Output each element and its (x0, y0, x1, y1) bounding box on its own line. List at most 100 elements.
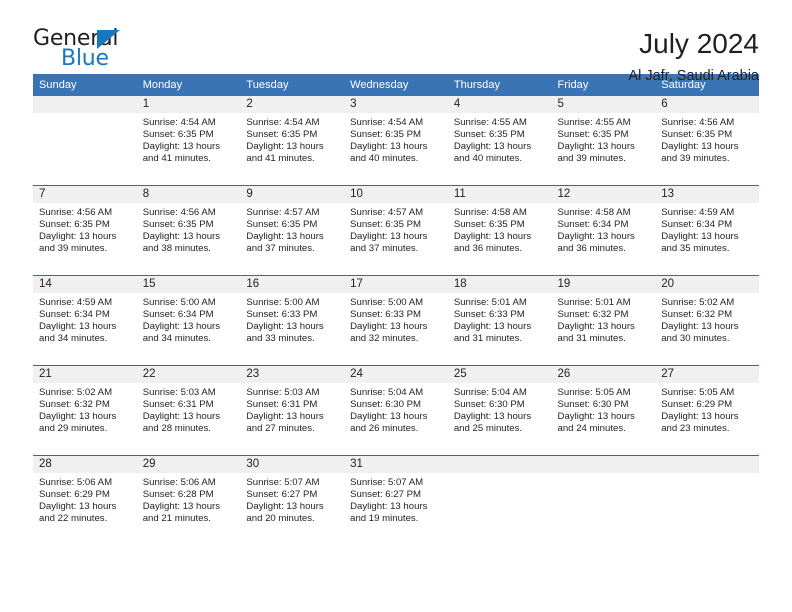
daylight-text: Daylight: 13 hours and 40 minutes. (453, 141, 532, 165)
weekday-header-thursday: Thursday (447, 74, 552, 96)
day-cell-inner: 3 Sunrise: 4:54 AM Sunset: 6:35 PM Daylight… (344, 96, 448, 185)
day-cell-details: Sunrise: 4:59 AM Sunset: 6:34 PM Daylight:… (655, 203, 759, 255)
day-cell-inner (447, 456, 552, 545)
calendar-day-cell-empty (33, 96, 137, 186)
sunrise-text: Sunrise: 5:05 AM (557, 387, 631, 398)
calendar-day-cell[interactable]: 13 Sunrise: 4:59 AM Sunset: 6:34 PM Dayligh… (655, 185, 759, 276)
day-number: 15 (136, 276, 241, 293)
day-number: 31 (344, 456, 448, 473)
daylight-text: Daylight: 13 hours and 34 minutes. (142, 321, 221, 345)
calendar-day-cell[interactable]: 1 Sunrise: 4:54 AM Sunset: 6:35 PM Daylight… (136, 96, 241, 186)
day-number (33, 96, 137, 113)
day-cell-details: Sunrise: 4:54 AM Sunset: 6:35 PM Daylight:… (240, 113, 344, 165)
calendar-day-cell[interactable]: 5 Sunrise: 4:55 AM Sunset: 6:35 PM Daylight… (551, 96, 656, 186)
calendar-day-cell[interactable]: 19 Sunrise: 5:01 AM Sunset: 6:32 PM Dayligh… (551, 275, 656, 366)
sunset-text: Sunset: 6:34 PM (142, 309, 214, 321)
calendar-day-cell[interactable]: 24 Sunrise: 5:04 AM Sunset: 6:30 PM Dayligh… (344, 365, 448, 456)
day-number: 19 (551, 276, 656, 293)
day-cell-inner: 11 Sunrise: 4:58 AM Sunset: 6:35 PM Dayligh… (447, 186, 552, 275)
calendar-day-cell[interactable]: 2 Sunrise: 4:54 AM Sunset: 6:35 PM Daylight… (240, 96, 345, 186)
day-cell-details: Sunrise: 5:01 AM Sunset: 6:32 PM Daylight:… (552, 293, 656, 345)
calendar-day-cell[interactable]: 4 Sunrise: 4:55 AM Sunset: 6:35 PM Daylight… (447, 96, 552, 186)
sunrise-text: Sunrise: 4:54 AM (142, 117, 216, 128)
sunset-text: Sunset: 6:35 PM (142, 129, 214, 141)
day-cell-details: Sunrise: 5:01 AM Sunset: 6:33 PM Daylight:… (448, 293, 552, 345)
day-number: 28 (33, 456, 137, 473)
sunset-text: Sunset: 6:34 PM (661, 219, 733, 231)
day-number (655, 456, 759, 473)
day-cell-details: Sunrise: 5:07 AM Sunset: 6:27 PM Daylight:… (240, 473, 344, 525)
day-cell-inner: 19 Sunrise: 5:01 AM Sunset: 6:32 PM Dayligh… (551, 276, 656, 365)
day-cell-inner (33, 96, 137, 185)
general-blue-logo[interactable]: General Blue (33, 27, 143, 73)
day-cell-inner: 17 Sunrise: 5:00 AM Sunset: 6:33 PM Dayligh… (344, 276, 448, 365)
calendar-day-cell[interactable]: 31 Sunrise: 5:07 AM Sunset: 6:27 PM Dayligh… (344, 455, 448, 545)
day-number: 16 (240, 276, 345, 293)
calendar-day-cell[interactable]: 15 Sunrise: 5:00 AM Sunset: 6:34 PM Dayligh… (136, 275, 241, 366)
day-cell-inner: 29 Sunrise: 5:06 AM Sunset: 6:28 PM Dayligh… (136, 456, 241, 545)
day-cell-inner: 18 Sunrise: 5:01 AM Sunset: 6:33 PM Dayligh… (447, 276, 552, 365)
daylight-text: Daylight: 13 hours and 37 minutes. (350, 231, 428, 255)
sunset-text: Sunset: 6:32 PM (557, 309, 629, 321)
calendar-day-cell[interactable]: 14 Sunrise: 4:59 AM Sunset: 6:34 PM Dayligh… (33, 275, 137, 366)
calendar-day-cell[interactable]: 28 Sunrise: 5:06 AM Sunset: 6:29 PM Dayligh… (33, 455, 137, 545)
sunset-text: Sunset: 6:32 PM (661, 309, 733, 321)
day-cell-inner: 8 Sunrise: 4:56 AM Sunset: 6:35 PM Daylight… (136, 186, 241, 275)
day-number: 12 (551, 186, 656, 203)
day-number: 9 (240, 186, 345, 203)
daylight-text: Daylight: 13 hours and 24 minutes. (557, 411, 635, 435)
daylight-text: Daylight: 13 hours and 29 minutes. (39, 411, 117, 435)
calendar-day-cell[interactable]: 9 Sunrise: 4:57 AM Sunset: 6:35 PM Daylight… (240, 185, 345, 276)
sunrise-text: Sunrise: 5:06 AM (142, 477, 216, 488)
calendar-day-cell[interactable]: 16 Sunrise: 5:00 AM Sunset: 6:33 PM Dayligh… (240, 275, 345, 366)
calendar-day-cell[interactable]: 26 Sunrise: 5:05 AM Sunset: 6:30 PM Dayligh… (551, 365, 656, 456)
day-cell-details: Sunrise: 5:05 AM Sunset: 6:29 PM Daylight:… (655, 383, 759, 435)
sunset-text: Sunset: 6:35 PM (39, 219, 110, 231)
daylight-text: Daylight: 13 hours and 21 minutes. (142, 501, 221, 525)
calendar-day-cell[interactable]: 6 Sunrise: 4:56 AM Sunset: 6:35 PM Daylight… (655, 96, 759, 186)
calendar-day-cell[interactable]: 29 Sunrise: 5:06 AM Sunset: 6:28 PM Dayligh… (136, 455, 241, 545)
day-cell-details: Sunrise: 4:56 AM Sunset: 6:35 PM Daylight:… (137, 203, 241, 255)
daylight-text: Daylight: 13 hours and 22 minutes. (39, 501, 117, 525)
calendar-day-cell[interactable]: 8 Sunrise: 4:56 AM Sunset: 6:35 PM Daylight… (136, 185, 241, 276)
calendar-day-cell[interactable]: 10 Sunrise: 4:57 AM Sunset: 6:35 PM Dayligh… (344, 185, 448, 276)
sunrise-text: Sunrise: 4:58 AM (453, 207, 527, 218)
sunrise-text: Sunrise: 5:02 AM (661, 297, 735, 308)
daylight-text: Daylight: 13 hours and 30 minutes. (661, 321, 739, 345)
calendar-day-cell[interactable]: 30 Sunrise: 5:07 AM Sunset: 6:27 PM Dayligh… (240, 455, 345, 545)
day-cell-details: Sunrise: 4:59 AM Sunset: 6:34 PM Daylight:… (33, 293, 137, 345)
daylight-text: Daylight: 13 hours and 34 minutes. (39, 321, 117, 345)
calendar-day-cell[interactable]: 23 Sunrise: 5:03 AM Sunset: 6:31 PM Dayligh… (240, 365, 345, 456)
daylight-text: Daylight: 13 hours and 31 minutes. (557, 321, 635, 345)
calendar-day-cell[interactable]: 22 Sunrise: 5:03 AM Sunset: 6:31 PM Dayligh… (136, 365, 241, 456)
daylight-text: Daylight: 13 hours and 37 minutes. (246, 231, 324, 255)
calendar-day-cell[interactable]: 3 Sunrise: 4:54 AM Sunset: 6:35 PM Daylight… (344, 96, 448, 186)
weekday-header-wednesday: Wednesday (344, 74, 448, 96)
calendar-day-cell[interactable]: 18 Sunrise: 5:01 AM Sunset: 6:33 PM Dayligh… (447, 275, 552, 366)
calendar-day-cell[interactable]: 20 Sunrise: 5:02 AM Sunset: 6:32 PM Dayligh… (655, 275, 759, 366)
day-number: 5 (551, 96, 656, 113)
sunrise-text: Sunrise: 4:56 AM (39, 207, 113, 218)
day-number: 25 (447, 366, 552, 383)
day-cell-details: Sunrise: 5:04 AM Sunset: 6:30 PM Daylight:… (448, 383, 552, 435)
sunset-text: Sunset: 6:35 PM (350, 129, 422, 141)
sunrise-text: Sunrise: 4:58 AM (557, 207, 631, 218)
calendar-day-cell[interactable]: 17 Sunrise: 5:00 AM Sunset: 6:33 PM Dayligh… (344, 275, 448, 366)
calendar-day-cell[interactable]: 27 Sunrise: 5:05 AM Sunset: 6:29 PM Dayligh… (655, 365, 759, 456)
calendar-day-cell-empty (447, 455, 552, 545)
sunrise-text: Sunrise: 5:02 AM (39, 387, 113, 398)
calendar-day-cell[interactable]: 11 Sunrise: 4:58 AM Sunset: 6:35 PM Dayligh… (447, 185, 552, 276)
day-number: 1 (136, 96, 241, 113)
day-number: 11 (447, 186, 552, 203)
calendar-day-cell[interactable]: 12 Sunrise: 4:58 AM Sunset: 6:34 PM Dayligh… (551, 185, 656, 276)
sunrise-text: Sunrise: 5:01 AM (453, 297, 527, 308)
sunrise-text: Sunrise: 5:01 AM (557, 297, 631, 308)
title-block: July 2024 Al Jafr, Saudi Arabia (628, 27, 759, 86)
weekday-header-sunday: Sunday (33, 74, 137, 96)
calendar-day-cell[interactable]: 21 Sunrise: 5:02 AM Sunset: 6:32 PM Dayligh… (33, 365, 137, 456)
sunrise-text: Sunrise: 4:57 AM (350, 207, 424, 218)
calendar-day-cell[interactable]: 7 Sunrise: 4:56 AM Sunset: 6:35 PM Daylight… (33, 185, 137, 276)
daylight-text: Daylight: 13 hours and 39 minutes. (661, 141, 739, 165)
daylight-text: Daylight: 13 hours and 39 minutes. (39, 231, 117, 255)
calendar-day-cell[interactable]: 25 Sunrise: 5:04 AM Sunset: 6:30 PM Dayligh… (447, 365, 552, 456)
